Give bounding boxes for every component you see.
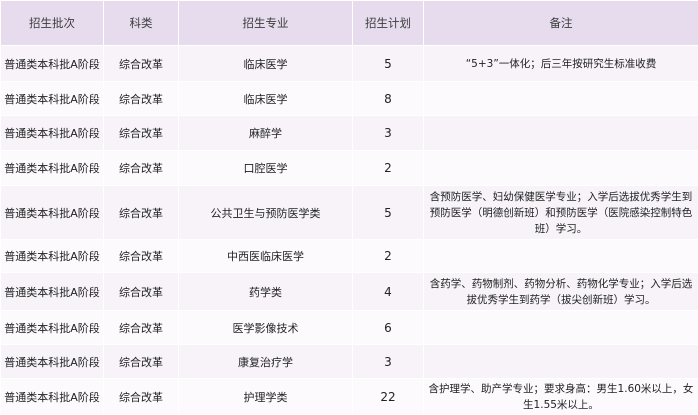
major-cell: 临床医学 (178, 81, 353, 116)
table-row: 普通类本科批A阶段 综合改革 医学影像技术 6 (0, 310, 698, 345)
header-plan: 招生计划 (352, 0, 424, 46)
major-cell: 药学类 (178, 272, 353, 311)
category-cell: 综合改革 (103, 185, 179, 240)
plan-cell: 2 (352, 239, 424, 273)
note-cell (423, 81, 698, 116)
category-cell: 综合改革 (103, 81, 179, 116)
batch-cell: 普通类本科批A阶段 (0, 45, 104, 82)
header-note: 备注 (423, 0, 698, 46)
major-cell: 医学影像技术 (178, 310, 353, 345)
table-row: 普通类本科批A阶段 综合改革 麻醉学 3 (0, 115, 698, 151)
plan-cell: 8 (352, 81, 424, 116)
plan-cell: 22 (352, 378, 424, 415)
note-cell (423, 310, 698, 345)
table-row: 普通类本科批A阶段 综合改革 康复治疗学 3 (0, 344, 698, 379)
table-row: 普通类本科批A阶段 综合改革 口腔医学 2 (0, 150, 698, 186)
note-cell (423, 115, 698, 151)
major-cell: 康复治疗学 (178, 344, 353, 379)
table-header-row: 招生批次 科类 招生专业 招生计划 备注 (0, 0, 698, 46)
note-cell: 含预防医学、妇幼保健医学专业；入学后选拔优秀学生到预防医学（明德创新班）和预防医… (423, 185, 698, 240)
table-row: 普通类本科批A阶段 综合改革 临床医学 5 “5+3”一体化；后三年按研究生标准… (0, 45, 698, 82)
plan-cell: 5 (352, 185, 424, 240)
table-row: 普通类本科批A阶段 综合改革 临床医学 8 (0, 81, 698, 116)
major-cell: 公共卫生与预防医学类 (178, 185, 353, 240)
category-cell: 综合改革 (103, 150, 179, 186)
category-cell: 综合改革 (103, 344, 179, 379)
batch-cell: 普通类本科批A阶段 (0, 378, 104, 415)
major-cell: 临床医学 (178, 45, 353, 82)
category-cell: 综合改革 (103, 115, 179, 151)
table-row: 普通类本科批A阶段 综合改革 公共卫生与预防医学类 5 含预防医学、妇幼保健医学… (0, 185, 698, 240)
header-batch: 招生批次 (0, 0, 104, 46)
category-cell: 综合改革 (103, 272, 179, 311)
note-cell (423, 239, 698, 273)
batch-cell: 普通类本科批A阶段 (0, 310, 104, 345)
batch-cell: 普通类本科批A阶段 (0, 115, 104, 151)
plan-cell: 3 (352, 344, 424, 379)
plan-cell: 4 (352, 272, 424, 311)
category-cell: 综合改革 (103, 378, 179, 415)
category-cell: 综合改革 (103, 310, 179, 345)
category-cell: 综合改革 (103, 45, 179, 82)
batch-cell: 普通类本科批A阶段 (0, 150, 104, 186)
plan-cell: 5 (352, 45, 424, 82)
major-cell: 护理学类 (178, 378, 353, 415)
table-row: 普通类本科批A阶段 综合改革 药学类 4 含药学、药物制剂、药物分析、药物化学专… (0, 272, 698, 311)
batch-cell: 普通类本科批A阶段 (0, 81, 104, 116)
batch-cell: 普通类本科批A阶段 (0, 239, 104, 273)
header-major: 招生专业 (178, 0, 353, 46)
note-cell: 含药学、药物制剂、药物分析、药物化学专业；入学后选拔优秀学生到药学（拔尖创新班）… (423, 272, 698, 311)
major-cell: 中西医临床医学 (178, 239, 353, 273)
batch-cell: 普通类本科批A阶段 (0, 185, 104, 240)
admission-plan-table: 招生批次 科类 招生专业 招生计划 备注 普通类本科批A阶段 综合改革 临床医学… (0, 0, 698, 415)
note-cell (423, 150, 698, 186)
major-cell: 口腔医学 (178, 150, 353, 186)
note-cell: 含护理学、助产学专业；要求身高：男生1.60米以上，女生1.55米以上。 (423, 378, 698, 415)
table-row: 普通类本科批A阶段 综合改革 护理学类 22 含护理学、助产学专业；要求身高：男… (0, 378, 698, 415)
table-row: 普通类本科批A阶段 综合改革 中西医临床医学 2 (0, 239, 698, 273)
plan-cell: 3 (352, 115, 424, 151)
batch-cell: 普通类本科批A阶段 (0, 344, 104, 379)
plan-cell: 2 (352, 150, 424, 186)
plan-cell: 6 (352, 310, 424, 345)
batch-cell: 普通类本科批A阶段 (0, 272, 104, 311)
category-cell: 综合改革 (103, 239, 179, 273)
major-cell: 麻醉学 (178, 115, 353, 151)
note-cell: “5+3”一体化；后三年按研究生标准收费 (423, 45, 698, 82)
header-category: 科类 (103, 0, 179, 46)
note-cell (423, 344, 698, 379)
